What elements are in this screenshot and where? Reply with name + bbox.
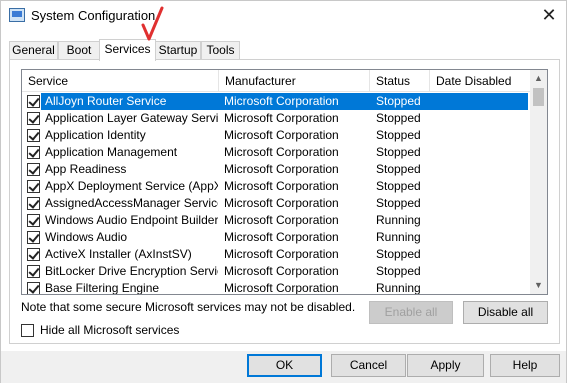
service-row[interactable]: Windows Audio Endpoint Builder Microsoft …	[22, 212, 530, 229]
scroll-up-icon[interactable]: ▲	[530, 70, 547, 87]
tab-startup[interactable]: Startup	[155, 41, 201, 60]
services-tab-panel: Service Manufacturer Status Date Disable…	[9, 59, 560, 344]
help-button[interactable]: Help	[490, 354, 560, 377]
cancel-button[interactable]: Cancel	[331, 354, 406, 377]
services-list[interactable]: Service Manufacturer Status Date Disable…	[21, 69, 548, 295]
service-status-cell: Stopped	[376, 128, 421, 142]
service-status-cell: Running	[376, 213, 421, 227]
service-row[interactable]: Application Layer Gateway Service Microso…	[22, 110, 530, 127]
service-enable-checkbox[interactable]	[27, 129, 40, 142]
service-row[interactable]: ActiveX Installer (AxInstSV) Microsoft Co…	[22, 246, 530, 263]
service-manufacturer-cell: Microsoft Corporation	[224, 128, 339, 142]
secure-services-note: Note that some secure Microsoft services…	[21, 300, 356, 314]
column-header-status[interactable]: Status	[370, 70, 430, 92]
service-enable-checkbox[interactable]	[27, 180, 40, 193]
enable-all-button[interactable]: Enable all	[369, 301, 453, 324]
service-enable-checkbox[interactable]	[27, 95, 40, 108]
system-configuration-window: System Configuration ✕ General Boot Serv…	[0, 0, 567, 383]
service-manufacturer-cell: Microsoft Corporation	[224, 179, 339, 193]
service-row[interactable]: AllJoyn Router Service Microsoft Corporat…	[22, 93, 530, 110]
service-name-cell: Windows Audio Endpoint Builder	[45, 213, 218, 227]
service-row[interactable]: Application Identity Microsoft Corporatio…	[22, 127, 530, 144]
service-name-cell: BitLocker Drive Encryption Service	[45, 264, 218, 278]
hide-microsoft-services-checkbox[interactable]	[21, 324, 34, 337]
service-row[interactable]: Windows Audio Microsoft Corporation Runnin…	[22, 229, 530, 246]
close-button[interactable]: ✕	[534, 1, 564, 31]
service-name-cell: Application Layer Gateway Service	[45, 111, 218, 125]
service-status-cell: Stopped	[376, 179, 421, 193]
service-status-cell: Stopped	[376, 162, 421, 176]
service-status-cell: Running	[376, 230, 421, 244]
tab-tools[interactable]: Tools	[201, 41, 240, 60]
service-enable-checkbox[interactable]	[27, 146, 40, 159]
service-manufacturer-cell: Microsoft Corporation	[224, 213, 339, 227]
service-enable-checkbox[interactable]	[27, 248, 40, 261]
service-enable-checkbox[interactable]	[27, 214, 40, 227]
annotation-checkmark-icon	[141, 6, 164, 41]
service-manufacturer-cell: Microsoft Corporation	[224, 94, 339, 108]
service-manufacturer-cell: Microsoft Corporation	[224, 281, 339, 295]
service-name-cell: Windows Audio	[45, 230, 128, 244]
service-status-cell: Stopped	[376, 196, 421, 210]
service-manufacturer-cell: Microsoft Corporation	[224, 162, 339, 176]
services-list-header: Service Manufacturer Status Date Disable…	[22, 70, 530, 92]
scrollbar-thumb[interactable]	[533, 88, 544, 106]
service-enable-checkbox[interactable]	[27, 282, 40, 294]
disable-all-button[interactable]: Disable all	[463, 301, 548, 324]
vertical-scrollbar[interactable]: ▲ ▼	[530, 70, 547, 294]
service-manufacturer-cell: Microsoft Corporation	[224, 247, 339, 261]
ok-button[interactable]: OK	[247, 354, 322, 377]
column-header-service[interactable]: Service	[22, 70, 219, 92]
service-row[interactable]: App Readiness Microsoft Corporation Stoppe…	[22, 161, 530, 178]
service-enable-checkbox[interactable]	[27, 231, 40, 244]
service-name-cell: ActiveX Installer (AxInstSV)	[45, 247, 192, 261]
column-header-date-disabled[interactable]: Date Disabled	[430, 70, 530, 92]
service-enable-checkbox[interactable]	[27, 112, 40, 125]
service-manufacturer-cell: Microsoft Corporation	[224, 230, 339, 244]
service-row[interactable]: AssignedAccessManager Service Microsoft C…	[22, 195, 530, 212]
title-bar: System Configuration ✕	[1, 1, 566, 31]
service-manufacturer-cell: Microsoft Corporation	[224, 264, 339, 278]
service-status-cell: Stopped	[376, 247, 421, 261]
service-enable-checkbox[interactable]	[27, 163, 40, 176]
service-name-cell: Base Filtering Engine	[45, 281, 160, 295]
service-enable-checkbox[interactable]	[27, 265, 40, 278]
service-name-cell: AllJoyn Router Service	[45, 94, 167, 108]
tab-boot[interactable]: Boot	[58, 41, 100, 60]
service-status-cell: Stopped	[376, 111, 421, 125]
service-manufacturer-cell: Microsoft Corporation	[224, 111, 339, 125]
column-header-manufacturer[interactable]: Manufacturer	[219, 70, 370, 92]
service-row[interactable]: Base Filtering Engine Microsoft Corporati…	[22, 280, 530, 295]
tab-general[interactable]: General	[9, 41, 58, 60]
window-title: System Configuration	[31, 8, 156, 23]
hide-microsoft-services-label: Hide all Microsoft services	[40, 323, 180, 337]
service-name-cell: Application Identity	[45, 128, 146, 142]
service-name-cell: AppX Deployment Service (AppX...	[45, 179, 218, 193]
service-row[interactable]: Application Management Microsoft Corporat…	[22, 144, 530, 161]
service-name-cell: AssignedAccessManager Service	[45, 196, 218, 210]
msconfig-app-icon	[9, 8, 25, 22]
service-status-cell: Running	[376, 281, 421, 295]
service-enable-checkbox[interactable]	[27, 197, 40, 210]
services-rows: AllJoyn Router Service Microsoft Corporat…	[22, 93, 530, 295]
service-status-cell: Stopped	[376, 264, 421, 278]
service-row[interactable]: AppX Deployment Service (AppX... Microsof…	[22, 178, 530, 195]
service-name-cell: App Readiness	[45, 162, 127, 176]
service-name-cell: Application Management	[45, 145, 178, 159]
service-status-cell: Stopped	[376, 145, 421, 159]
service-manufacturer-cell: Microsoft Corporation	[224, 196, 339, 210]
apply-button[interactable]: Apply	[407, 354, 484, 377]
service-status-cell: Stopped	[376, 94, 421, 108]
scroll-down-icon[interactable]: ▼	[530, 277, 547, 294]
service-row[interactable]: BitLocker Drive Encryption Service Micros…	[22, 263, 530, 280]
service-manufacturer-cell: Microsoft Corporation	[224, 145, 339, 159]
